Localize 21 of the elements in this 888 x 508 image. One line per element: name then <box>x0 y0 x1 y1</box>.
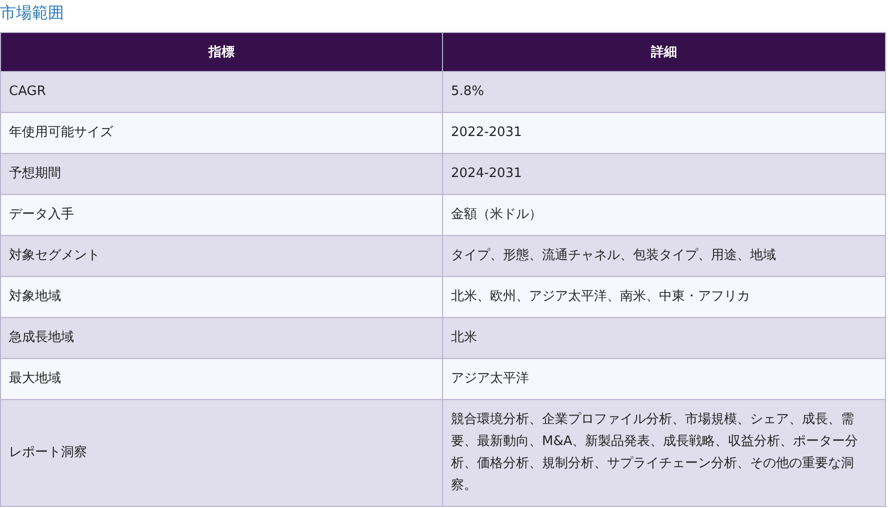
table-cell: 予想期間 <box>0 154 442 194</box>
table-cell: レポート洞察 <box>0 400 442 506</box>
table-cell: データ入手 <box>0 194 442 236</box>
table-cell: 2024-2031 <box>442 154 886 194</box>
table-cell: CAGR <box>0 72 442 112</box>
section-title: 市場範囲 <box>0 2 64 24</box>
table-cell: 最大地域 <box>0 358 442 400</box>
table-cell: 北米 <box>442 318 886 358</box>
column-header: 指標 <box>0 32 442 72</box>
table-cell: 2022-2031 <box>442 112 886 154</box>
table-cell: 競合環境分析、企業プロファイル分析、市場規模、シェア、成長、需要、最新動向、M&A、新製品発表、成長戦略、収益分析、ポーター分析、価格分析、規制分析、サプライチェーン分析、その他の重要な洞察。 <box>442 400 886 506</box>
table-cell: 5.8% <box>442 72 886 112</box>
table-cell: アジア太平洋 <box>442 358 886 400</box>
column-header: 詳細 <box>442 32 886 72</box>
table-cell: タイプ、形態、流通チャネル、包装タイプ、用途、地域 <box>442 236 886 276</box>
table-cell: 年使用可能サイズ <box>0 112 442 154</box>
table-cell: 対象セグメント <box>0 236 442 276</box>
table-cell: 対象地域 <box>0 276 442 318</box>
table-cell: 急成長地域 <box>0 318 442 358</box>
table-cell: 金額（米ドル） <box>442 194 886 236</box>
table-cell: 北米、欧州、アジア太平洋、南米、中東・アフリカ <box>442 276 886 318</box>
